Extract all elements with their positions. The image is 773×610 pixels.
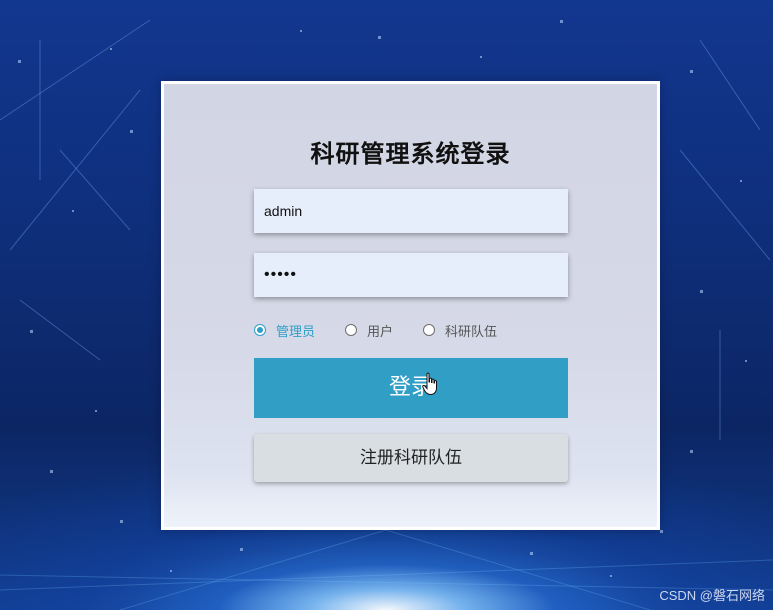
- password-input[interactable]: [254, 253, 568, 297]
- role-radio-user[interactable]: 用户: [345, 321, 393, 340]
- role-radio-group: 管理员 用户 科研队伍: [254, 321, 527, 340]
- page-title: 科研管理系统登录: [310, 140, 511, 168]
- radio-unselected-icon[interactable]: [423, 324, 436, 336]
- role-label-admin: 管理员: [276, 324, 316, 340]
- role-radio-admin[interactable]: 管理员: [254, 321, 315, 340]
- watermark: CSDN @磐石网络: [659, 588, 765, 603]
- login-button[interactable]: 登录: [254, 358, 568, 418]
- role-label-user: 用户: [367, 324, 394, 340]
- role-radio-team[interactable]: 科研队伍: [423, 321, 497, 340]
- role-label-team: 科研队伍: [445, 324, 498, 340]
- login-card: 科研管理系统登录 管理员 用户 科研队伍 登录 注册科研队伍: [161, 81, 660, 530]
- register-team-button[interactable]: 注册科研队伍: [254, 434, 568, 482]
- username-input[interactable]: [254, 189, 568, 233]
- radio-selected-icon[interactable]: [254, 324, 266, 336]
- radio-unselected-icon[interactable]: [345, 324, 358, 336]
- hand-pointer-icon: [422, 372, 437, 396]
- login-page: 科研管理系统登录 管理员 用户 科研队伍 登录 注册科研队伍 CSDN @磐石网…: [0, 0, 773, 610]
